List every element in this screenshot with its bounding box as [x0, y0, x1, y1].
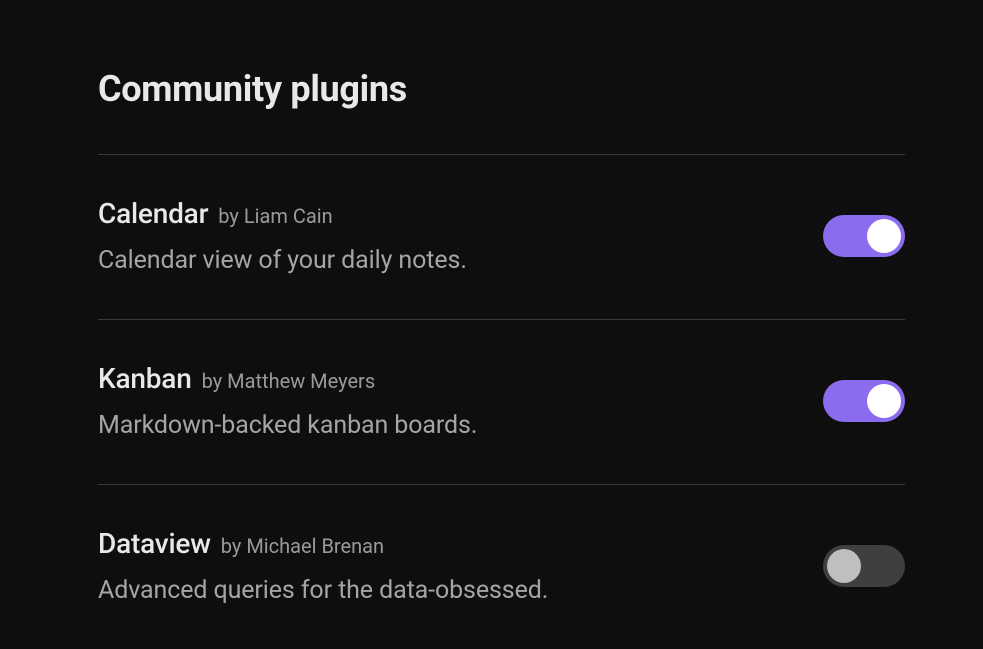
plugin-header: Dataview by Michael Brenan — [98, 527, 823, 560]
toggle-dataview[interactable] — [823, 545, 905, 587]
plugin-header: Kanban by Matthew Meyers — [98, 362, 823, 395]
plugin-name: Calendar — [98, 197, 208, 230]
plugin-description: Advanced queries for the data-obsessed. — [98, 576, 823, 605]
plugin-name: Kanban — [98, 362, 192, 395]
page-title: Community plugins — [98, 68, 905, 110]
plugin-info: Calendar by Liam Cain Calendar view of y… — [98, 197, 823, 275]
toggle-knob — [867, 384, 901, 418]
plugin-author: by Michael Brenan — [221, 534, 384, 558]
plugin-author: by Liam Cain — [218, 204, 332, 228]
plugin-header: Calendar by Liam Cain — [98, 197, 823, 230]
plugin-name: Dataview — [98, 527, 211, 560]
plugin-description: Markdown-backed kanban boards. — [98, 411, 823, 440]
plugin-description: Calendar view of your daily notes. — [98, 246, 823, 275]
plugin-row-dataview: Dataview by Michael Brenan Advanced quer… — [98, 485, 905, 649]
toggle-knob — [867, 219, 901, 253]
plugin-row-kanban: Kanban by Matthew Meyers Markdown-backed… — [98, 320, 905, 484]
plugin-author: by Matthew Meyers — [202, 369, 376, 393]
toggle-kanban[interactable] — [823, 380, 905, 422]
plugin-info: Dataview by Michael Brenan Advanced quer… — [98, 527, 823, 605]
plugin-info: Kanban by Matthew Meyers Markdown-backed… — [98, 362, 823, 440]
toggle-calendar[interactable] — [823, 215, 905, 257]
plugin-row-calendar: Calendar by Liam Cain Calendar view of y… — [98, 155, 905, 319]
toggle-knob — [827, 549, 861, 583]
